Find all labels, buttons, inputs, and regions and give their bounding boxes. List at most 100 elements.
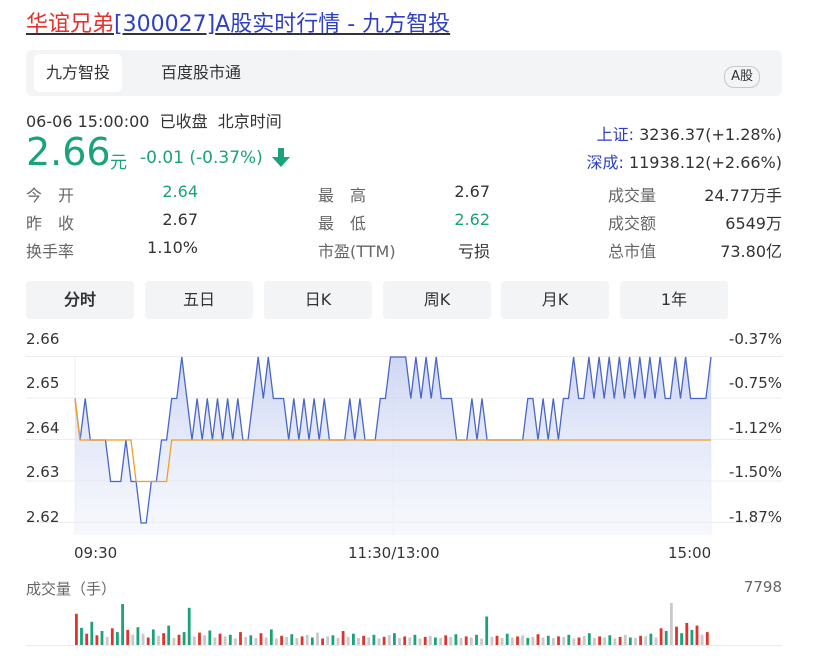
volume-bar [234, 638, 237, 645]
volume-bar [357, 638, 360, 645]
volume-bar [577, 637, 581, 645]
volume-bar [500, 638, 504, 645]
volume-bar [654, 637, 658, 645]
volume-bar [639, 635, 642, 645]
volume-bar [367, 637, 371, 645]
volume-bar [403, 636, 407, 645]
volume-bar [162, 633, 165, 645]
volume-bar [562, 636, 566, 645]
volume-bar [685, 622, 689, 645]
volume-bar [423, 636, 427, 645]
volume-bar [126, 629, 130, 645]
volume-bar [85, 633, 89, 645]
volume-bar [557, 636, 560, 645]
volume-bar [475, 634, 478, 645]
volume-bar [459, 638, 463, 645]
y-pct-tick-label: -1.87% [728, 508, 782, 526]
volume-bar [680, 633, 683, 645]
volume-bar [208, 630, 212, 645]
volume-bar [618, 636, 622, 645]
volume-bar [259, 633, 263, 645]
volume-label: 成交量（手） [26, 580, 117, 598]
volume-bar [290, 634, 294, 645]
volume-bar [331, 635, 335, 645]
volume-bar [218, 633, 222, 645]
volume-bar [116, 632, 119, 645]
x-tick-label: 09:30 [74, 544, 118, 562]
volume-bar [418, 638, 422, 645]
volume-bar [346, 636, 350, 645]
volume-bar [362, 635, 365, 645]
volume-bar [393, 633, 396, 645]
volume-bar [603, 637, 607, 645]
volume-bar [398, 638, 401, 645]
volume-bar [485, 616, 489, 645]
volume-bar [264, 637, 268, 645]
volume-bar [480, 638, 483, 645]
volume-bar [649, 633, 653, 645]
volume-bar [408, 637, 412, 645]
y-pct-tick-label: -0.37% [728, 330, 782, 348]
volume-bar [146, 637, 150, 645]
volume-bar [244, 636, 248, 645]
volume-bar [511, 637, 514, 645]
volume-bar [110, 628, 114, 645]
volume-bar [172, 638, 176, 645]
volume-bar [193, 636, 196, 645]
volume-bar [372, 634, 376, 645]
volume-bar [567, 634, 571, 645]
volume-bar [100, 631, 104, 645]
volume-bar [613, 638, 617, 645]
y-pct-tick-label: -1.12% [728, 419, 782, 437]
volume-bar [177, 634, 181, 645]
volume-bar [310, 637, 314, 645]
volume-bar [90, 621, 94, 645]
volume-bar [598, 636, 601, 645]
volume-bar [670, 603, 673, 645]
volume-bar [587, 633, 591, 645]
volume-bar [659, 628, 663, 645]
volume-bar [521, 635, 524, 645]
volume-bar [341, 631, 345, 645]
volume-bar [151, 629, 155, 645]
volume-bar [531, 636, 535, 645]
volume-bar [644, 636, 648, 645]
volume-bar [326, 636, 330, 645]
volume-bar [316, 632, 319, 645]
volume-bar [136, 627, 140, 645]
volume-bar [105, 636, 109, 645]
volume-bar [295, 638, 299, 645]
volume-bar [352, 633, 355, 645]
volume-bar [454, 634, 458, 645]
volume-bar [305, 634, 309, 645]
volume-bar [552, 638, 555, 645]
volume-bar [526, 638, 530, 645]
volume-bar [182, 632, 186, 645]
volume-bar [213, 637, 217, 645]
y-pct-tick-label: -0.75% [728, 374, 782, 392]
volume-bar [434, 637, 437, 645]
volume-bar [700, 634, 704, 645]
volume-bar [254, 638, 258, 645]
volume-bar [634, 638, 637, 645]
volume-bar [95, 635, 99, 645]
volume-bar [546, 635, 550, 645]
volume-bar [167, 625, 171, 645]
y-pct-tick-label: -1.50% [728, 463, 782, 481]
volume-max-label: 7798 [743, 578, 782, 596]
volume-bar [490, 636, 494, 645]
volume-bar [203, 635, 206, 645]
volume-bar [623, 634, 627, 645]
volume-bar [249, 635, 253, 645]
y-tick-label: 2.62 [26, 508, 60, 526]
volume-bar [495, 635, 499, 645]
volume-bar [198, 632, 201, 645]
volume-bar [536, 634, 540, 645]
volume-bar [675, 626, 678, 645]
volume-bar [80, 627, 83, 645]
volume-bar [157, 635, 160, 645]
volume-bar [582, 635, 586, 645]
x-tick-label: 11:30/13:00 [348, 544, 440, 562]
volume-bar [469, 637, 473, 645]
volume-bar [593, 638, 596, 645]
